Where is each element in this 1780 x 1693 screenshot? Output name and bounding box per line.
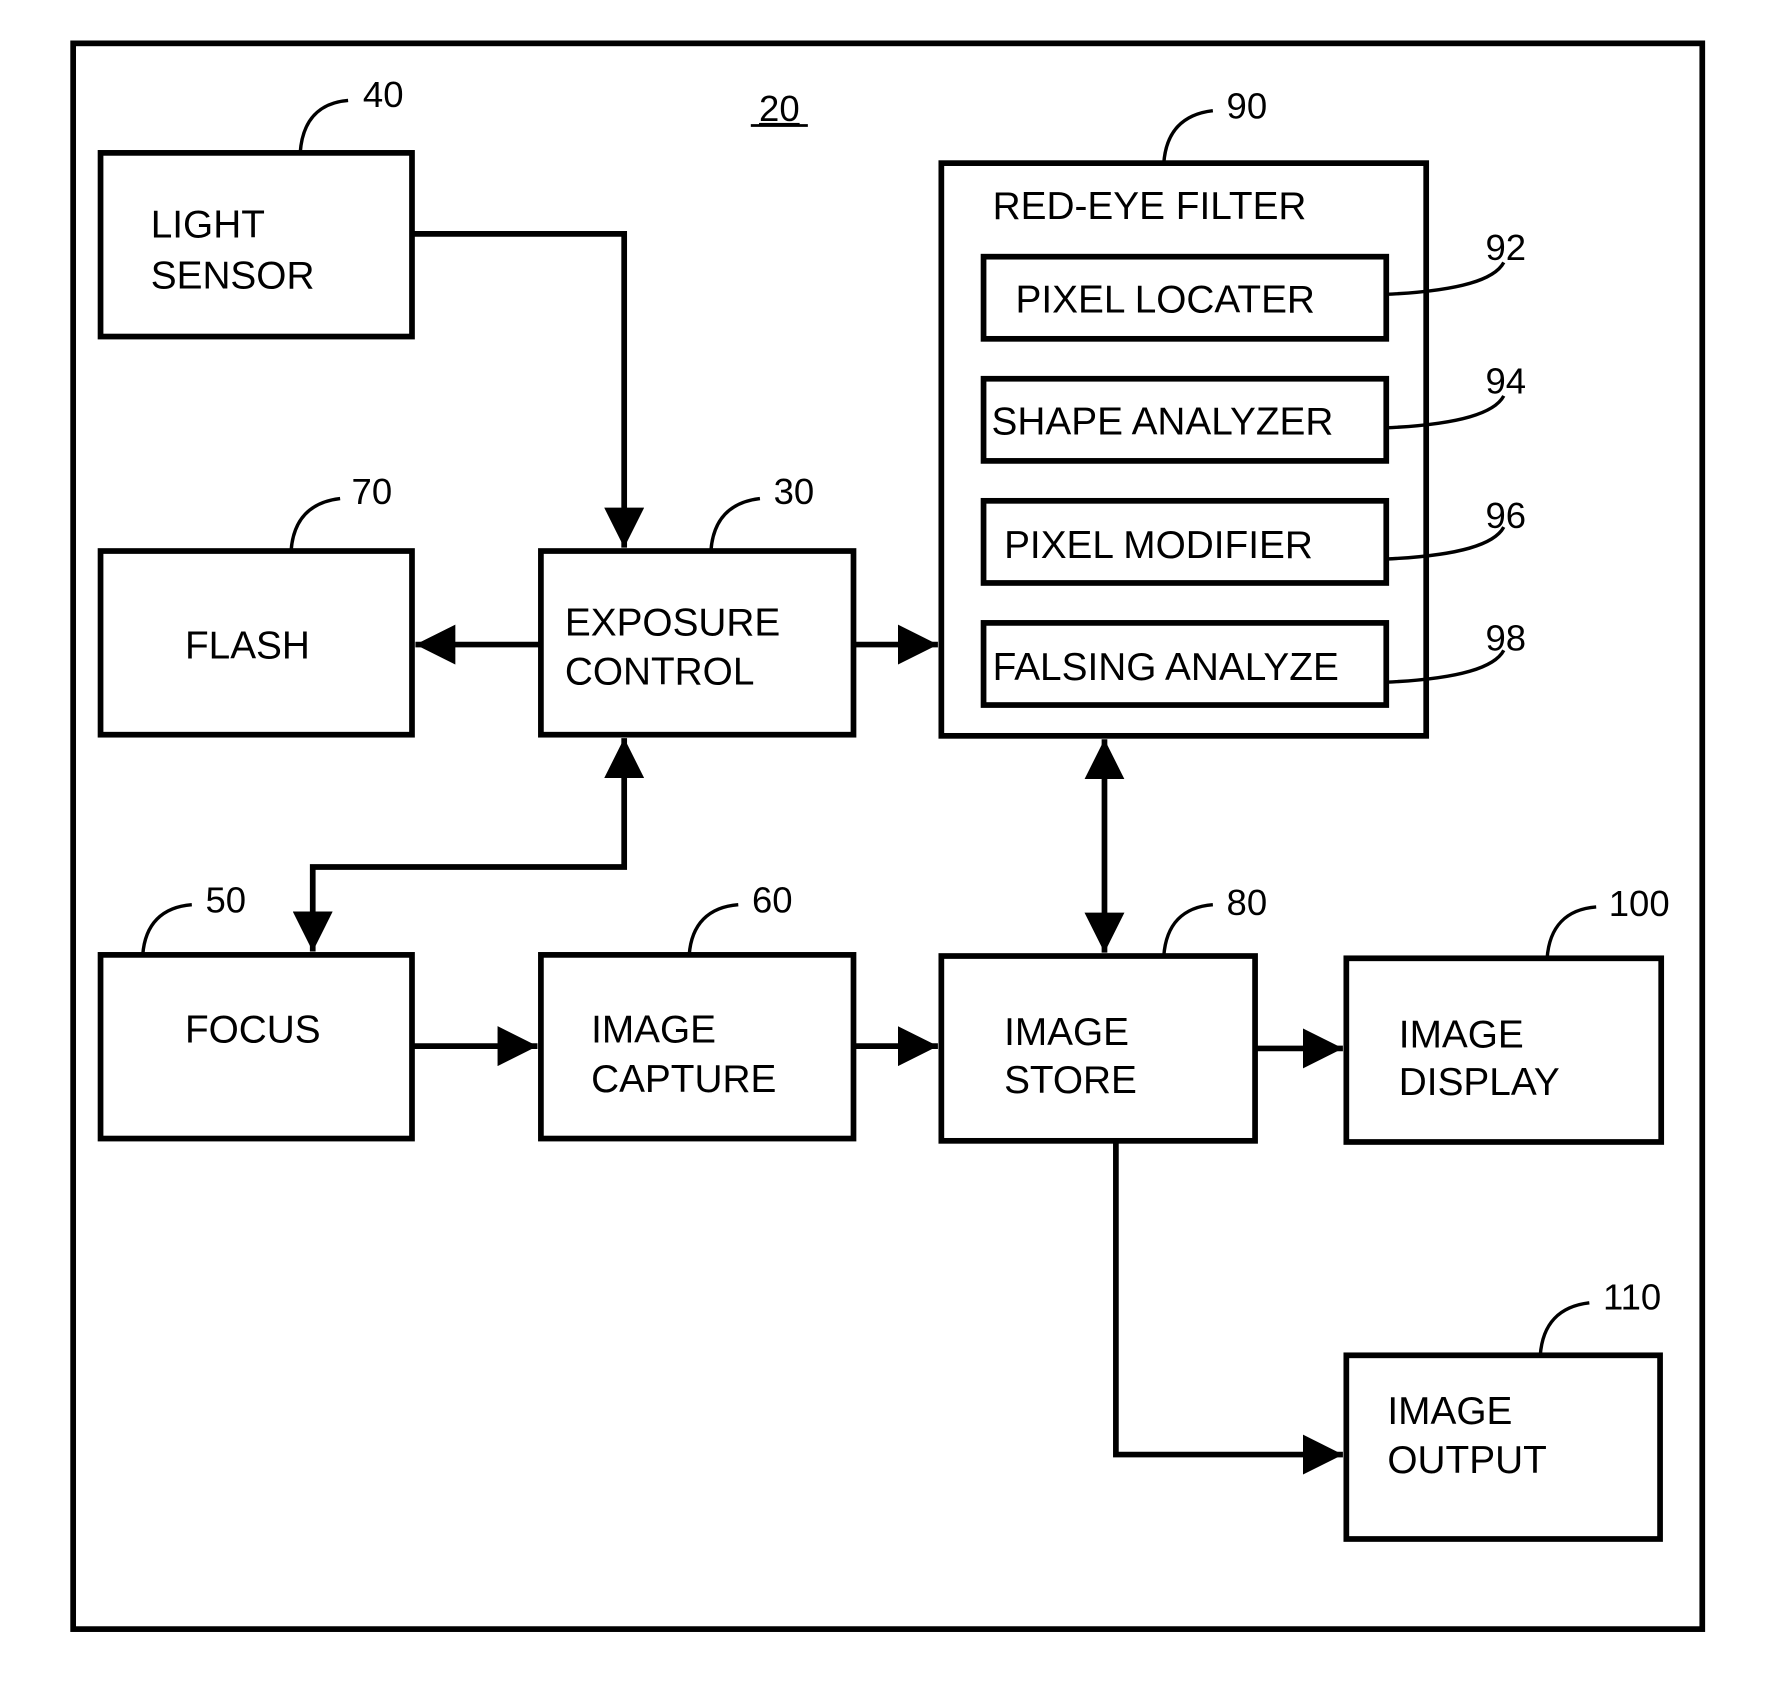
- light-sensor-label-1: LIGHT: [151, 203, 265, 246]
- pixel-modifier-ref: 96: [1486, 495, 1527, 536]
- image-output-ref: 110: [1603, 1277, 1661, 1318]
- focus-label: FOCUS: [185, 1009, 321, 1052]
- block-diagram: 20 LIGHT SENSOR 40 FLASH 70 EXPOSURE CON…: [70, 40, 1706, 1632]
- pixel-locater-label: PIXEL LOCATER: [1015, 279, 1314, 322]
- falsing-analyze-label: FALSING ANALYZE: [993, 646, 1339, 689]
- exposure-label-2: CONTROL: [565, 651, 755, 694]
- image-output-label-2: OUTPUT: [1387, 1439, 1546, 1482]
- pixel-locater-ref: 92: [1486, 227, 1527, 268]
- image-store-label-2: STORE: [1004, 1059, 1137, 1102]
- image-capture-ref: 60: [752, 880, 793, 921]
- falsing-analyze-ref: 98: [1486, 617, 1527, 658]
- red-eye-filter-title: RED-EYE FILTER: [993, 185, 1307, 228]
- image-display-ref: 100: [1609, 883, 1670, 924]
- image-capture-label-1: IMAGE: [591, 1009, 716, 1052]
- light-sensor-ref: 40: [363, 74, 404, 115]
- figure-ref: 20: [759, 88, 800, 129]
- light-sensor-label-2: SENSOR: [151, 255, 315, 298]
- shape-analyzer-label: SHAPE ANALYZER: [992, 401, 1334, 444]
- flash-ref: 70: [352, 471, 393, 512]
- flash-label: FLASH: [185, 624, 310, 667]
- exposure-ref: 30: [774, 471, 815, 512]
- red-eye-filter-ref: 90: [1227, 86, 1268, 127]
- pixel-modifier-label: PIXEL MODIFIER: [1004, 524, 1313, 567]
- image-output-label-1: IMAGE: [1387, 1390, 1512, 1433]
- image-store-label-1: IMAGE: [1004, 1011, 1129, 1054]
- image-display-label-1: IMAGE: [1399, 1013, 1524, 1056]
- image-display-label-2: DISPLAY: [1399, 1061, 1560, 1104]
- exposure-label-1: EXPOSURE: [565, 601, 780, 644]
- focus-ref: 50: [205, 880, 246, 921]
- shape-analyzer-ref: 94: [1486, 361, 1527, 402]
- image-capture-label-2: CAPTURE: [591, 1058, 776, 1101]
- image-store-ref: 80: [1227, 882, 1268, 923]
